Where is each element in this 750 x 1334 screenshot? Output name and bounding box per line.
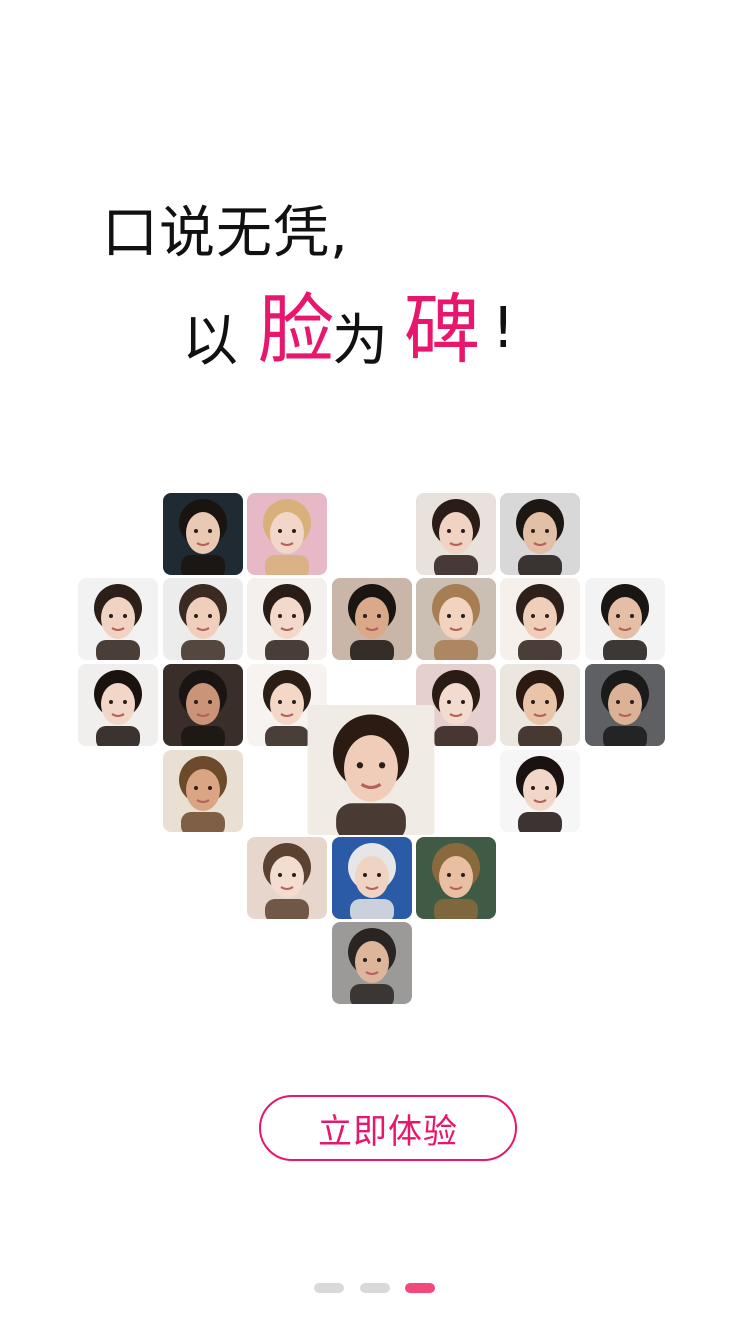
headline-word-yi: 以 — [182, 309, 238, 374]
face-photo-21 — [332, 837, 412, 919]
face-photo-23 — [332, 922, 412, 1004]
headline-line-1: 口说无凭, — [102, 201, 349, 266]
onboarding-page: 口说无凭, 以 脸 为 碑 ! 立即体验 — [0, 0, 750, 1334]
face-photo-02 — [247, 493, 327, 575]
page-dot-1[interactable] — [314, 1283, 344, 1293]
face-photo-01 — [163, 493, 243, 575]
face-photo-03 — [416, 493, 496, 575]
face-photo-13 — [163, 664, 243, 746]
face-photo-17 — [585, 664, 665, 746]
face-photo-08 — [332, 578, 412, 660]
face-photo-12 — [78, 664, 158, 746]
face-photo-20 — [247, 837, 327, 919]
headline-word-lian: 脸 — [258, 285, 334, 374]
face-photo-16 — [500, 664, 580, 746]
page-indicator — [0, 1283, 750, 1293]
face-photo-18 — [163, 750, 243, 832]
face-photo-04 — [500, 493, 580, 575]
page-dot-2[interactable] — [360, 1283, 390, 1293]
headline-exclamation: ! — [492, 296, 515, 361]
face-photo-09 — [416, 578, 496, 660]
try-now-button[interactable]: 立即体验 — [259, 1095, 517, 1161]
face-photo-22 — [416, 837, 496, 919]
face-photo-10 — [500, 578, 580, 660]
face-photo-06 — [163, 578, 243, 660]
face-photo-19 — [500, 750, 580, 832]
headline-word-bei: 碑 — [404, 285, 480, 374]
face-photo-07 — [247, 578, 327, 660]
face-photo-15 — [416, 664, 496, 746]
page-dot-3[interactable] — [405, 1283, 435, 1293]
face-photo-24 — [306, 705, 436, 835]
face-photo-14 — [247, 664, 327, 746]
face-photo-05 — [78, 578, 158, 660]
headline-word-wei: 为 — [332, 309, 388, 374]
face-photo-11 — [585, 578, 665, 660]
